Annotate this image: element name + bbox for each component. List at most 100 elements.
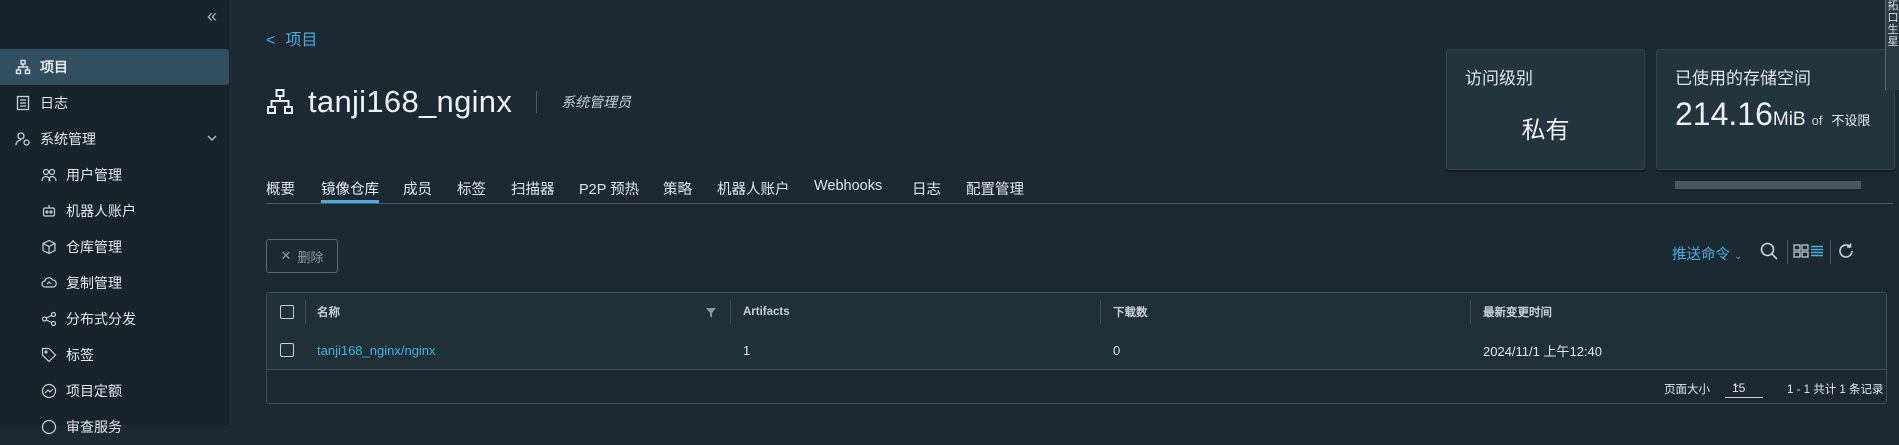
breadcrumb[interactable]: < 项目	[266, 26, 317, 50]
project-tabs: 概要 镜像仓库 成员 标签 扫描器 P2P 预热 策略 机器人账户 Webhoo…	[266, 178, 1893, 204]
tag-icon	[40, 346, 58, 364]
table-footer: 页面大小 15 ⌄ 1 - 1 共计 1 条记录	[267, 369, 1886, 405]
share-icon	[40, 310, 58, 328]
record-count: 1 - 1 共计 1 条记录	[1787, 384, 1884, 396]
column-header-name[interactable]: 名称	[317, 293, 340, 331]
sidebar-item-distribution[interactable]: 分布式分发	[0, 301, 230, 337]
sidebar-item-users[interactable]: 用户管理	[0, 157, 230, 193]
push-command-dropdown[interactable]: 推送命令 ⌄	[1672, 243, 1742, 264]
pull-count: 0	[1113, 342, 1121, 358]
search-icon[interactable]	[1759, 241, 1779, 266]
chevron-down-icon[interactable]	[206, 131, 218, 147]
sidebar-item-admin[interactable]: 系统管理	[0, 121, 230, 157]
chevron-down-icon: ⌄	[1734, 251, 1743, 262]
sidebar-item-label: 分布式分发	[66, 311, 136, 327]
sidebar-item-label: 复制管理	[66, 275, 122, 291]
row-select-cell	[280, 331, 294, 369]
tab-configuration[interactable]: 配置管理	[966, 178, 1024, 199]
tab-repositories[interactable]: 镜像仓库	[321, 178, 379, 203]
title-divider	[536, 91, 538, 113]
sidebar-item-label: 标签	[66, 347, 94, 363]
card-view-icon[interactable]	[1793, 244, 1809, 263]
artifacts-count: 1	[743, 342, 751, 358]
column-divider	[1100, 300, 1101, 324]
access-level-title: 访问级别	[1465, 69, 1533, 88]
column-header-pulls[interactable]: 下载数	[1113, 293, 1148, 331]
storage-unit: MiB	[1772, 109, 1806, 130]
table-header: 名称 Artifacts 下载数 最新变更时间	[267, 293, 1886, 332]
tab-logs[interactable]: 日志	[912, 178, 941, 199]
side-panel-tab-text: 拓 口 生 星	[1887, 0, 1899, 48]
page-header: tanji168_nginx 系统管理员	[266, 82, 631, 122]
page-title: tanji168_nginx	[308, 84, 513, 119]
storage-value: 214.16MiB of 不设限	[1675, 96, 1870, 133]
repository-link[interactable]: tanji168_nginx/nginx	[317, 343, 436, 358]
tab-members[interactable]: 成员	[403, 178, 432, 199]
sidebar-item-projects[interactable]: 项目	[0, 49, 229, 85]
column-header-artifacts[interactable]: Artifacts	[743, 293, 790, 331]
column-header-updated[interactable]: 最新变更时间	[1483, 293, 1552, 331]
storage-amount: 214.16	[1675, 96, 1773, 132]
scanner-icon	[40, 418, 58, 436]
page-size-select[interactable]: 15 ⌄	[1725, 377, 1763, 398]
sidebar-item-quotas[interactable]: 项目定额	[0, 373, 230, 409]
list-view-icon[interactable]	[1810, 244, 1824, 263]
delete-button[interactable]: ✕ 删除	[266, 239, 338, 273]
column-divider	[730, 300, 731, 324]
table-row: tanji168_nginx/nginx 1 0 2024/11/1 上午12:…	[267, 331, 1886, 370]
tab-scanners[interactable]: 扫描器	[511, 178, 555, 199]
delete-label: 删除	[297, 249, 324, 265]
select-all-checkbox[interactable]	[280, 305, 294, 319]
sidebar-item-label: 仓库管理	[66, 239, 122, 255]
storage-title: 已使用的存储空间	[1675, 69, 1811, 88]
toolbar-divider	[1787, 240, 1788, 264]
tab-p2p-preheat[interactable]: P2P 预热	[579, 178, 639, 199]
project-icon	[266, 88, 294, 116]
storage-of: of	[1811, 113, 1823, 128]
quota-icon	[40, 382, 58, 400]
row-checkbox[interactable]	[280, 343, 294, 357]
sidebar-item-scanners[interactable]: 审查服务	[0, 409, 230, 445]
sidebar-item-replication[interactable]: 复制管理	[0, 265, 230, 301]
toolbar-divider	[1830, 240, 1831, 264]
select-all-cell	[280, 293, 294, 331]
tab-labels[interactable]: 标签	[457, 178, 486, 199]
page-size-label: 页面大小	[1664, 384, 1710, 396]
users-icon	[40, 166, 58, 184]
admin-icon	[14, 130, 32, 148]
tab-webhooks[interactable]: Webhooks	[814, 178, 882, 194]
sidebar-item-label: 审查服务	[66, 419, 122, 435]
collapse-sidebar-icon[interactable]: «	[202, 6, 222, 26]
cloud-replication-icon	[40, 274, 58, 292]
tab-summary[interactable]: 概要	[266, 178, 295, 199]
logs-icon	[14, 94, 32, 112]
close-icon: ✕	[280, 248, 292, 263]
sidebar-item-label: 项目定额	[66, 383, 122, 399]
refresh-icon[interactable]	[1837, 242, 1855, 265]
sidebar-item-registries[interactable]: 仓库管理	[0, 229, 230, 265]
filter-icon[interactable]	[706, 305, 716, 323]
sidebar-item-logs[interactable]: 日志	[0, 85, 230, 121]
robot-icon	[40, 202, 58, 220]
projects-icon	[14, 58, 32, 76]
sidebar-item-label: 用户管理	[66, 167, 122, 183]
side-panel-tab[interactable]: 拓 口 生 星	[1885, 0, 1899, 90]
sidebar-item-labels[interactable]: 标签	[0, 337, 230, 373]
column-divider	[1470, 300, 1471, 324]
sidebar-item-label: 机器人账户	[66, 203, 136, 219]
tab-policy[interactable]: 策略	[663, 178, 692, 199]
sidebar-item-label: 系统管理	[40, 131, 96, 147]
sidebar-item-robot-accounts[interactable]: 机器人账户	[0, 193, 230, 229]
breadcrumb-label: 项目	[285, 32, 318, 49]
column-divider	[305, 300, 306, 324]
repository-name-cell: tanji168_nginx/nginx	[317, 331, 436, 369]
sidebar-item-label: 项目	[40, 59, 68, 75]
access-level-card: 访问级别 私有	[1446, 49, 1645, 170]
chevron-down-icon: ⌄	[1732, 379, 1741, 390]
registry-icon	[40, 238, 58, 256]
storage-card: 已使用的存储空间 214.16MiB of 不设限	[1656, 49, 1895, 189]
push-command-label: 推送命令	[1672, 247, 1730, 263]
storage-limit: 不设限	[1831, 113, 1871, 128]
sidebar-item-label: 日志	[40, 95, 68, 111]
tab-robot-accounts[interactable]: 机器人账户	[717, 178, 790, 199]
